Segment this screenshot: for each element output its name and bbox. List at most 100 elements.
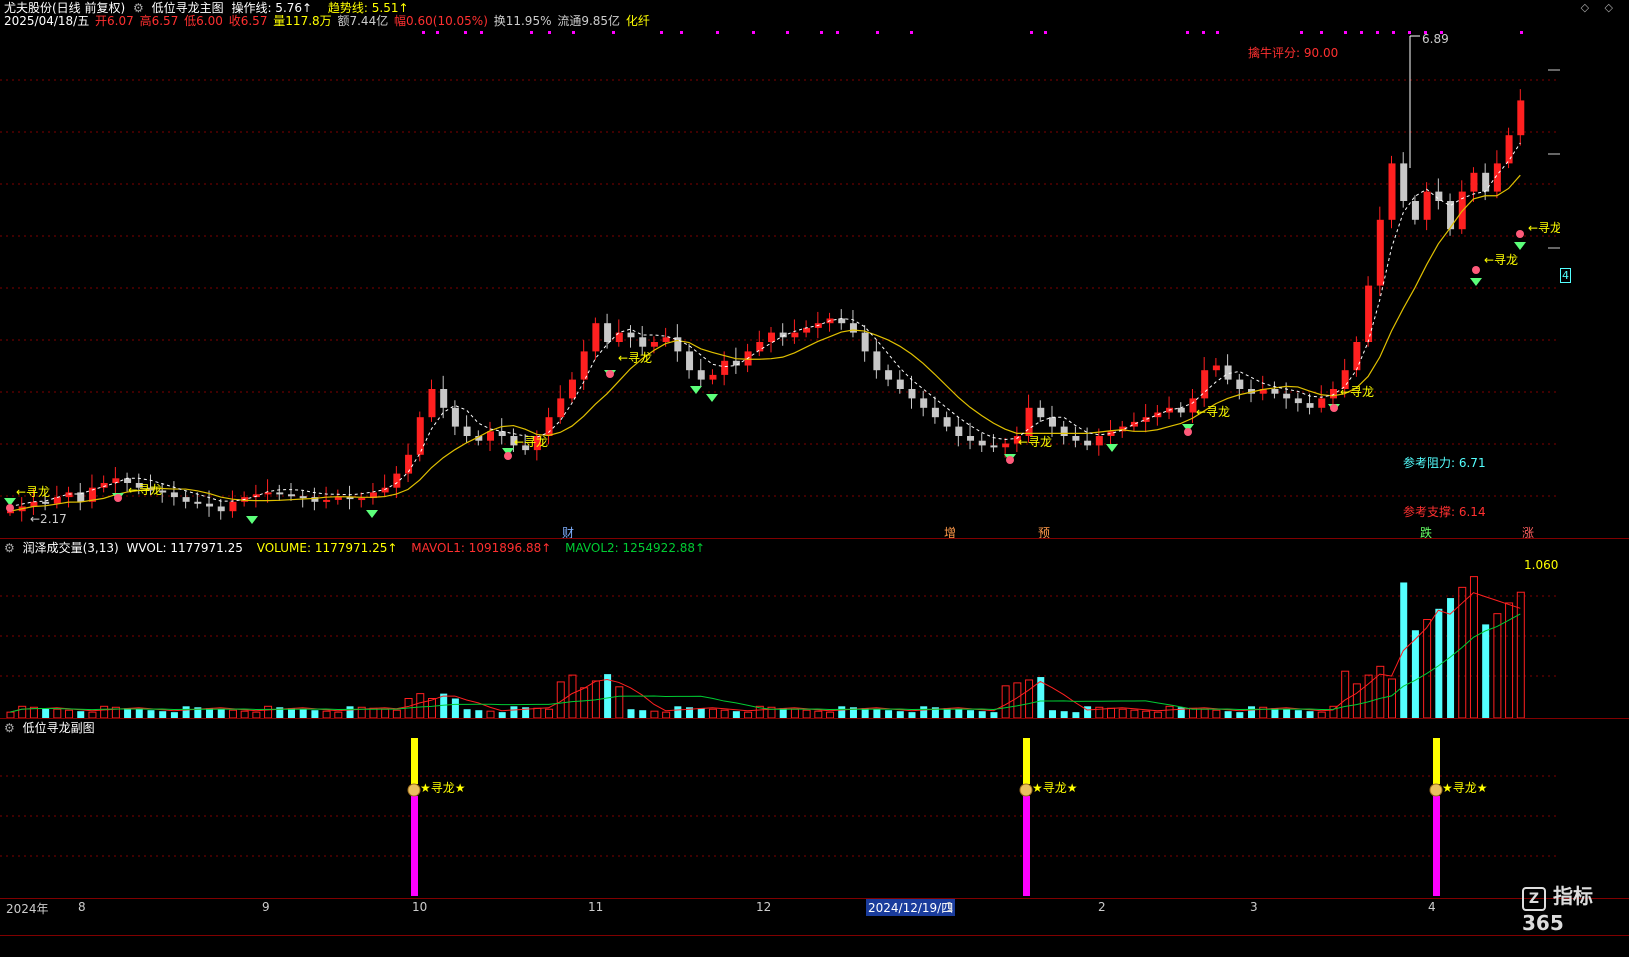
candle-body bbox=[1271, 389, 1279, 394]
candle-body bbox=[53, 497, 61, 504]
volume-bar bbox=[885, 710, 893, 718]
candle-body bbox=[955, 426, 963, 436]
candle-body bbox=[779, 332, 787, 338]
bag-signal-icon bbox=[1184, 428, 1192, 436]
candle-body bbox=[276, 492, 284, 495]
volume-bar bbox=[627, 709, 635, 718]
volume-bar bbox=[708, 708, 717, 718]
top-signal-dot bbox=[836, 31, 839, 34]
candle-body bbox=[639, 337, 647, 347]
sub-indicator-name[interactable]: 低位寻龙副图 bbox=[23, 721, 95, 735]
time-axis[interactable]: 2024年 8 9 10 11 12 2024/12/19/四 1 2 3 4 bbox=[0, 898, 1629, 916]
sub-signal-chart[interactable]: ★寻龙★ ★寻龙★ ★寻龙★ bbox=[0, 736, 1560, 898]
bag-signal-icon bbox=[606, 370, 614, 378]
vol-indicator-name[interactable]: 润泽成交量(3,13) bbox=[23, 541, 119, 555]
vol-settings-icon[interactable]: ⚙ bbox=[4, 541, 15, 555]
signal-bar-bottom bbox=[411, 796, 418, 896]
quote-volume: 量117.8万 bbox=[273, 14, 332, 28]
top-signal-dot bbox=[716, 31, 719, 34]
candle-body bbox=[1084, 440, 1092, 446]
candle-body bbox=[1283, 393, 1291, 399]
candle-body bbox=[170, 492, 178, 498]
quote-date: 2025/04/18/五 bbox=[4, 14, 90, 28]
volume-bar bbox=[486, 710, 495, 718]
candle-body bbox=[861, 332, 869, 352]
diamond-signal-icon bbox=[246, 516, 258, 524]
bag-signal-icon bbox=[1472, 266, 1480, 274]
bottom-tab-bar[interactable] bbox=[0, 935, 1629, 957]
volume-bar bbox=[1025, 679, 1034, 718]
top-signal-dot bbox=[1030, 31, 1033, 34]
candle-body bbox=[1002, 443, 1010, 448]
main-header-row2: 2025/04/18/五 开6.07 高6.57 低6.00 收6.57 量11… bbox=[4, 13, 654, 29]
volume-bar bbox=[182, 706, 190, 718]
candle-body bbox=[849, 323, 857, 333]
candle-body bbox=[650, 342, 658, 347]
prev-icon[interactable]: ◇ bbox=[1581, 1, 1589, 14]
volume-bar bbox=[545, 708, 554, 718]
candle-body bbox=[1365, 285, 1373, 342]
money-bag-icon bbox=[1019, 783, 1033, 797]
volume-bar bbox=[1352, 683, 1361, 718]
candle-body bbox=[756, 342, 764, 352]
volume-bar bbox=[228, 709, 237, 718]
candle-body bbox=[65, 492, 73, 498]
volume-bar bbox=[510, 706, 518, 718]
candle-body bbox=[662, 337, 670, 342]
signal-bar-bottom bbox=[1023, 796, 1030, 896]
volume-bar bbox=[1107, 707, 1116, 718]
volume-bar bbox=[1493, 613, 1502, 718]
pane-divider-1[interactable] bbox=[0, 538, 1629, 539]
sub-settings-icon[interactable]: ⚙ bbox=[4, 721, 15, 735]
volume-bar bbox=[381, 708, 390, 718]
volume-bar bbox=[720, 709, 729, 718]
bag-signal-icon bbox=[114, 494, 122, 502]
volume-bar bbox=[346, 706, 354, 718]
signal-label: ★寻龙★ bbox=[420, 781, 466, 795]
top-signal-dot bbox=[1376, 31, 1379, 34]
candle-body bbox=[1306, 403, 1314, 408]
top-signal-dot bbox=[660, 31, 663, 34]
volume-bar bbox=[1200, 708, 1209, 718]
volume-bar bbox=[650, 710, 659, 718]
volume-chart[interactable] bbox=[0, 556, 1560, 718]
volume-bar bbox=[53, 708, 62, 718]
top-signal-dot bbox=[1044, 31, 1047, 34]
main-price-chart[interactable]: ←寻龙 ←寻龙 ←寻龙 ←寻龙 ←寻龙 ←寻龙 ←寻龙 ←寻龙 ←寻龙 bbox=[0, 28, 1560, 538]
top-signal-dot bbox=[1360, 31, 1363, 34]
pane-divider-2[interactable] bbox=[0, 718, 1629, 719]
bag-signal-icon bbox=[1516, 230, 1524, 238]
volume-bar bbox=[77, 711, 85, 718]
sub-header: ⚙ 低位寻龙副图 bbox=[4, 720, 99, 736]
top-signal-dot bbox=[752, 31, 755, 34]
top-signal-dot bbox=[876, 31, 879, 34]
candle-body bbox=[393, 473, 401, 488]
candle-body bbox=[803, 327, 811, 333]
quote-sector[interactable]: 化纤 bbox=[626, 14, 650, 28]
window-controls: ◇ ◇ bbox=[1581, 1, 1613, 14]
candle-body bbox=[1060, 426, 1068, 436]
volume-bar bbox=[568, 674, 577, 718]
volume-bar bbox=[1482, 624, 1490, 718]
logo-icon: Z bbox=[1522, 887, 1546, 911]
candle-body bbox=[943, 417, 951, 427]
volume-bar bbox=[159, 711, 167, 718]
candle-body bbox=[709, 374, 717, 380]
score-label: 擒牛评分: 90.00 bbox=[1248, 46, 1339, 60]
volume-bar bbox=[264, 705, 273, 718]
candle-body bbox=[896, 379, 904, 389]
candle-body bbox=[1376, 219, 1384, 286]
volume-bar bbox=[416, 693, 425, 718]
xunlong-label: ←寻龙 bbox=[1018, 435, 1052, 449]
quote-open: 开6.07 bbox=[95, 14, 134, 28]
candle-body bbox=[1025, 407, 1033, 436]
time-cursor-date: 2024/12/19/四 bbox=[866, 899, 956, 916]
candle-body bbox=[721, 360, 729, 375]
next-icon[interactable]: ◇ bbox=[1605, 1, 1613, 14]
volume-bar bbox=[1084, 706, 1092, 718]
signal-bar-top bbox=[1023, 738, 1030, 784]
candle-body bbox=[416, 417, 424, 455]
volume-bar bbox=[1142, 710, 1151, 718]
diamond-signal-icon bbox=[366, 510, 378, 518]
candle-body bbox=[1388, 163, 1396, 220]
